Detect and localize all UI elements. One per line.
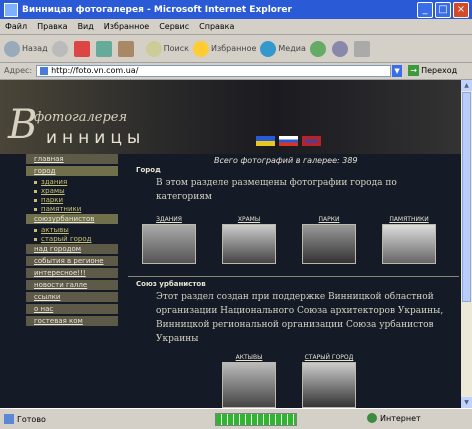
category-photo[interactable] [222, 224, 276, 264]
search-button[interactable]: Поиск [145, 40, 189, 57]
uk-flag-icon[interactable] [302, 136, 321, 146]
back-button[interactable]: Назад [4, 40, 48, 57]
nav-above-city[interactable]: над городом [26, 244, 118, 254]
window-title: Винницая фотогалерея - Microsoft Interne… [22, 4, 292, 15]
section-city-text: В этом разделе размещены фотографии горо… [156, 178, 397, 202]
category-parks[interactable]: ПАРКИ [302, 216, 356, 264]
print-button[interactable] [353, 40, 372, 57]
side-nav: главная город здания храмы парки памятни… [26, 154, 118, 328]
section-urbanists-text: Этот раздел создан при поддержке Винницк… [156, 292, 444, 344]
category-photo[interactable] [302, 362, 356, 408]
nav-city-temples[interactable]: храмы [26, 187, 118, 196]
nav-city-buildings[interactable]: здания [26, 178, 118, 187]
menu-edit[interactable]: Правка [32, 22, 72, 31]
zone-indicator: Интернет [367, 413, 421, 423]
ie-logo-icon [4, 2, 18, 17]
nav-guestbook[interactable]: гостевая ком [26, 316, 118, 326]
page-icon [4, 414, 14, 424]
forward-button[interactable] [51, 40, 70, 57]
go-arrow-icon: → [408, 65, 420, 76]
menu-tools[interactable]: Сервис [154, 22, 194, 31]
page-icon [40, 66, 49, 75]
maximize-button[interactable]: □ [435, 2, 451, 18]
language-flags [256, 136, 321, 146]
favorites-button[interactable]: Избранное [192, 40, 256, 57]
mail-button[interactable] [331, 40, 350, 57]
site-header: В фотогалерея инницы [0, 80, 461, 154]
history-button[interactable] [309, 40, 328, 57]
refresh-button[interactable] [95, 40, 114, 57]
nav-links[interactable]: ссылки [26, 292, 118, 302]
page-content: В фотогалерея инницы главная город здани… [0, 80, 461, 408]
menu-favorites[interactable]: Избранное [99, 22, 154, 31]
scroll-down-button[interactable]: ▼ [461, 397, 472, 408]
internet-globe-icon [367, 413, 377, 423]
category-photo[interactable] [302, 224, 356, 264]
address-bar: Адрес: http://foto.vn.com.ua/ ▼ → Переход [0, 62, 472, 80]
progress-fill [216, 414, 296, 425]
vertical-scrollbar[interactable]: ▲ ▼ [461, 80, 472, 408]
section-urbanists-title: Союз урбанистов [136, 280, 206, 288]
nav-about[interactable]: о нас [26, 304, 118, 314]
title-bar: Винницая фотогалерея - Microsoft Interne… [0, 0, 472, 19]
logo-title: инницы [46, 128, 146, 148]
stop-button[interactable] [73, 40, 92, 57]
photo-total: Всего фотографий в галерее: 389 [214, 156, 358, 165]
category-photo[interactable] [142, 224, 196, 264]
category-monuments[interactable]: ПАМЯТНИКИ [382, 216, 436, 264]
minimize-button[interactable]: _ [417, 2, 433, 18]
section-divider [128, 276, 459, 277]
nav-city-parks[interactable]: парки [26, 196, 118, 205]
nav-city[interactable]: город [26, 166, 118, 176]
category-photo[interactable] [382, 224, 436, 264]
home-button[interactable] [117, 40, 136, 57]
russia-flag-icon[interactable] [279, 136, 298, 146]
status-bar: Готово Интернет [0, 408, 472, 429]
scroll-up-button[interactable]: ▲ [461, 80, 472, 91]
category-photo[interactable] [222, 362, 276, 408]
close-button[interactable]: × [453, 2, 469, 18]
logo-subtitle: фотогалерея [34, 110, 128, 125]
nav-urbanists[interactable]: союзурбанистов [26, 214, 118, 224]
ukraine-flag-icon[interactable] [256, 136, 275, 146]
address-label: Адрес: [4, 66, 33, 75]
nav-news[interactable]: новости галле [26, 280, 118, 290]
address-input[interactable]: http://foto.vn.com.ua/ [36, 64, 392, 77]
address-dropdown-button[interactable]: ▼ [392, 64, 403, 77]
menu-bar: Файл Правка Вид Избранное Сервис Справка [0, 19, 472, 35]
go-button[interactable]: → Переход [408, 65, 457, 76]
scroll-thumb[interactable] [462, 92, 471, 302]
menu-help[interactable]: Справка [194, 22, 239, 31]
nav-urbanists-actives[interactable]: актывы [26, 226, 118, 235]
nav-urbanists-oldtown[interactable]: старый город [26, 235, 118, 244]
window-controls: _ □ × [417, 2, 469, 18]
nav-home[interactable]: главная [26, 154, 118, 164]
category-actives[interactable]: АКТЫВЫ [222, 354, 276, 408]
status-text: Готово [4, 414, 46, 424]
media-button[interactable]: Медиа [260, 40, 306, 57]
menu-view[interactable]: Вид [73, 22, 99, 31]
progress-bar [215, 413, 297, 426]
nav-city-monuments[interactable]: памятники [26, 205, 118, 214]
nav-events[interactable]: события в регионе [26, 256, 118, 266]
toolbar: Назад Поиск Избранное Медиа [0, 35, 472, 63]
category-buildings[interactable]: ЗДАНИЯ [142, 216, 196, 264]
category-oldtown[interactable]: СТАРЫЙ ГОРОД [302, 354, 356, 408]
logo-capital: В [8, 102, 38, 148]
nav-interesting[interactable]: интересное!!! [26, 268, 118, 278]
menu-file[interactable]: Файл [0, 22, 32, 31]
category-temples[interactable]: ХРАМЫ [222, 216, 276, 264]
section-city-title: Город [136, 166, 161, 174]
